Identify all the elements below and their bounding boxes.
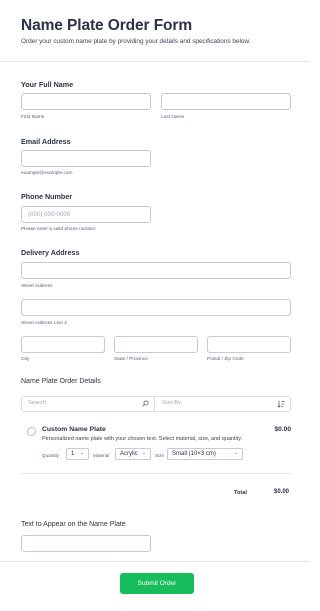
phone-label: Phone Number	[21, 192, 73, 201]
size-value: Small (10×3 cm)	[172, 451, 216, 457]
street-address-input[interactable]	[21, 262, 291, 279]
quantity-value: 1	[71, 451, 75, 457]
product-price: $0.00	[274, 426, 291, 433]
product-description: Personalized name plate with your chosen…	[42, 436, 243, 442]
product-item: Custom Name Plate $0.00 Personalized nam…	[21, 420, 291, 474]
material-select[interactable]: Acrylic ⌄	[115, 448, 151, 460]
total-label: Total	[234, 490, 247, 496]
search-placeholder: Search	[28, 400, 47, 406]
product-name: Custom Name Plate	[42, 426, 106, 433]
sort-by-dropdown[interactable]: Sort By	[162, 400, 181, 406]
material-value: Acrylic	[120, 451, 138, 457]
postal-code-sublabel: Postal / Zip Code	[207, 357, 244, 362]
address-label: Delivery Address	[21, 248, 80, 257]
chevron-down-icon: ⌄	[79, 450, 84, 456]
form-header: Name Plate Order Form Order your custom …	[0, 0, 310, 62]
total-value: $0.00	[274, 489, 290, 495]
page-subtitle: Order your custom name plate by providin…	[21, 38, 251, 45]
plate-text-input[interactable]	[21, 535, 151, 552]
sort-icon[interactable]	[277, 400, 285, 408]
order-details-label: Name Plate Order Details	[21, 378, 101, 385]
size-label: Size	[155, 453, 164, 458]
last-name-sublabel: Last Name	[161, 115, 185, 120]
product-select-radio[interactable]	[27, 427, 36, 436]
street-address-2-input[interactable]	[21, 299, 291, 316]
city-input[interactable]	[21, 336, 105, 353]
search-icon[interactable]	[142, 400, 149, 407]
phone-placeholder: (000) 000-0000	[28, 211, 71, 218]
city-sublabel: City	[21, 357, 30, 362]
product-search-bar: Search Sort By	[21, 396, 291, 412]
first-name-input[interactable]	[21, 93, 151, 110]
email-label: Email Address	[21, 137, 71, 146]
size-select[interactable]: Small (10×3 cm) ⌄	[167, 448, 243, 460]
phone-sublabel: Please enter a valid phone number.	[21, 227, 97, 232]
state-sublabel: State / Province	[114, 357, 148, 362]
chevron-down-icon: ⌄	[141, 450, 146, 456]
quantity-select[interactable]: 1 ⌄	[66, 448, 89, 460]
postal-code-input[interactable]	[207, 336, 291, 353]
chevron-down-icon: ⌄	[233, 450, 238, 456]
product-search-input[interactable]: Search	[22, 397, 155, 411]
quantity-label: Quantity	[42, 453, 60, 458]
last-name-input[interactable]	[161, 93, 291, 110]
plate-text-label: Text to Appear on the Name Plate	[21, 521, 126, 528]
page-title: Name Plate Order Form	[21, 17, 193, 34]
email-input[interactable]	[21, 150, 151, 167]
first-name-sublabel: First Name	[21, 115, 45, 120]
submit-order-button[interactable]: Submit Order	[120, 573, 194, 594]
full-name-label: Your Full Name	[21, 80, 74, 89]
phone-input[interactable]: (000) 000-0000	[21, 206, 151, 223]
material-label: Material	[93, 453, 110, 458]
state-input[interactable]	[114, 336, 198, 353]
email-sublabel: example@example.com	[21, 171, 73, 176]
street-address-2-sublabel: Street Address Line 2	[21, 321, 67, 326]
street-address-sublabel: Street Address	[21, 284, 53, 289]
footer-divider	[0, 561, 310, 562]
